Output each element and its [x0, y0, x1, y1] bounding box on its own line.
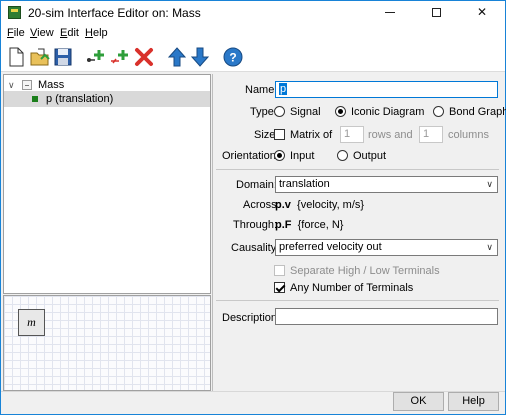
type-iconic-diagram-radio[interactable]: [335, 106, 346, 117]
close-button[interactable]: ✕: [459, 1, 505, 24]
tree-item-label: p (translation): [46, 93, 114, 105]
component-icon: [22, 80, 32, 90]
app-logo-icon: [8, 6, 21, 19]
type-bond-graph-label: Bond Graph: [449, 106, 506, 118]
type-iconic-diagram-label: Iconic Diagram: [351, 106, 425, 118]
across-value: p.v {velocity, m/s}: [275, 199, 364, 211]
divider: [216, 300, 499, 301]
move-up-icon[interactable]: [166, 46, 188, 68]
matrix-checkbox[interactable]: [274, 129, 285, 140]
separate-terminals-label: Separate High / Low Terminals: [290, 265, 440, 277]
name-input[interactable]: p: [275, 81, 498, 98]
menu-bar: File View Edit Help: [1, 24, 505, 42]
chevron-down-icon: ∨: [486, 242, 493, 252]
window-title: 20-sim Interface Editor on: Mass: [28, 6, 201, 20]
menu-file[interactable]: File: [7, 27, 25, 39]
menu-help[interactable]: Help: [85, 27, 108, 39]
icon-preview-canvas[interactable]: m: [3, 295, 211, 391]
description-input[interactable]: [275, 308, 498, 325]
svg-text:?: ?: [229, 51, 236, 65]
rows-input[interactable]: 1: [340, 126, 364, 143]
menu-edit[interactable]: Edit: [60, 27, 79, 39]
mass-symbol[interactable]: m: [18, 309, 45, 336]
through-label: Through:: [233, 219, 278, 231]
type-label: Type:: [250, 106, 277, 118]
through-variable: p.F: [275, 219, 292, 231]
orientation-output-label: Output: [353, 150, 387, 162]
delete-icon[interactable]: [133, 46, 155, 68]
title-bar: 20-sim Interface Editor on: Mass ✕: [1, 1, 505, 24]
interface-tree: ∨ Mass p (translation): [3, 74, 211, 294]
orientation-input-radio[interactable]: [274, 150, 285, 161]
type-signal-radio[interactable]: [274, 106, 285, 117]
type-signal-label: Signal: [290, 106, 321, 118]
matrix-label: Matrix of: [290, 129, 333, 141]
domain-select[interactable]: translation ∨: [275, 176, 498, 193]
close-icon: ✕: [476, 5, 488, 19]
separate-terminals-checkbox[interactable]: [274, 265, 285, 276]
menu-view[interactable]: View: [30, 27, 54, 39]
port-icon: [32, 96, 38, 102]
through-value: p.F {force, N}: [275, 219, 343, 231]
causality-select[interactable]: preferred velocity out ∨: [275, 239, 498, 256]
insert-port-icon[interactable]: [109, 46, 131, 68]
open-folder-icon[interactable]: [29, 46, 51, 68]
orientation-label: Orientation:: [222, 150, 279, 162]
minimize-button[interactable]: [367, 1, 413, 24]
rows-label: rows and: [368, 129, 413, 141]
any-number-terminals-label: Any Number of Terminals: [290, 282, 414, 294]
ok-button[interactable]: OK: [393, 392, 444, 411]
save-disk-icon[interactable]: [52, 46, 74, 68]
causality-label: Causality:: [231, 242, 280, 254]
through-description: {force, N}: [297, 219, 344, 231]
orientation-input-label: Input: [290, 150, 315, 162]
new-document-icon[interactable]: [5, 46, 27, 68]
across-variable: p.v: [275, 199, 291, 211]
toolbar: ?: [1, 42, 505, 72]
description-label: Description:: [222, 312, 281, 324]
chevron-down-icon: ∨: [486, 179, 493, 189]
tree-item-port[interactable]: p (translation): [4, 91, 210, 107]
columns-input[interactable]: 1: [419, 126, 443, 143]
minimize-icon: [385, 12, 395, 14]
any-number-terminals-checkbox[interactable]: [274, 282, 285, 293]
panel-splitter[interactable]: [212, 74, 213, 391]
name-label: Name:: [245, 84, 278, 96]
help-button[interactable]: Help: [448, 392, 499, 411]
move-down-icon[interactable]: [189, 46, 211, 68]
help-icon[interactable]: ?: [222, 46, 244, 68]
type-bond-graph-radio[interactable]: [433, 106, 444, 117]
interface-editor-window: 20-sim Interface Editor on: Mass ✕ File …: [0, 0, 506, 415]
divider: [216, 169, 499, 170]
columns-label: columns: [448, 129, 489, 141]
maximize-icon: [431, 8, 441, 18]
maximize-button[interactable]: [413, 1, 459, 24]
domain-label: Domain:: [236, 179, 277, 191]
add-port-icon[interactable]: [85, 46, 107, 68]
orientation-output-radio[interactable]: [337, 150, 348, 161]
across-description: {velocity, m/s}: [297, 199, 365, 211]
